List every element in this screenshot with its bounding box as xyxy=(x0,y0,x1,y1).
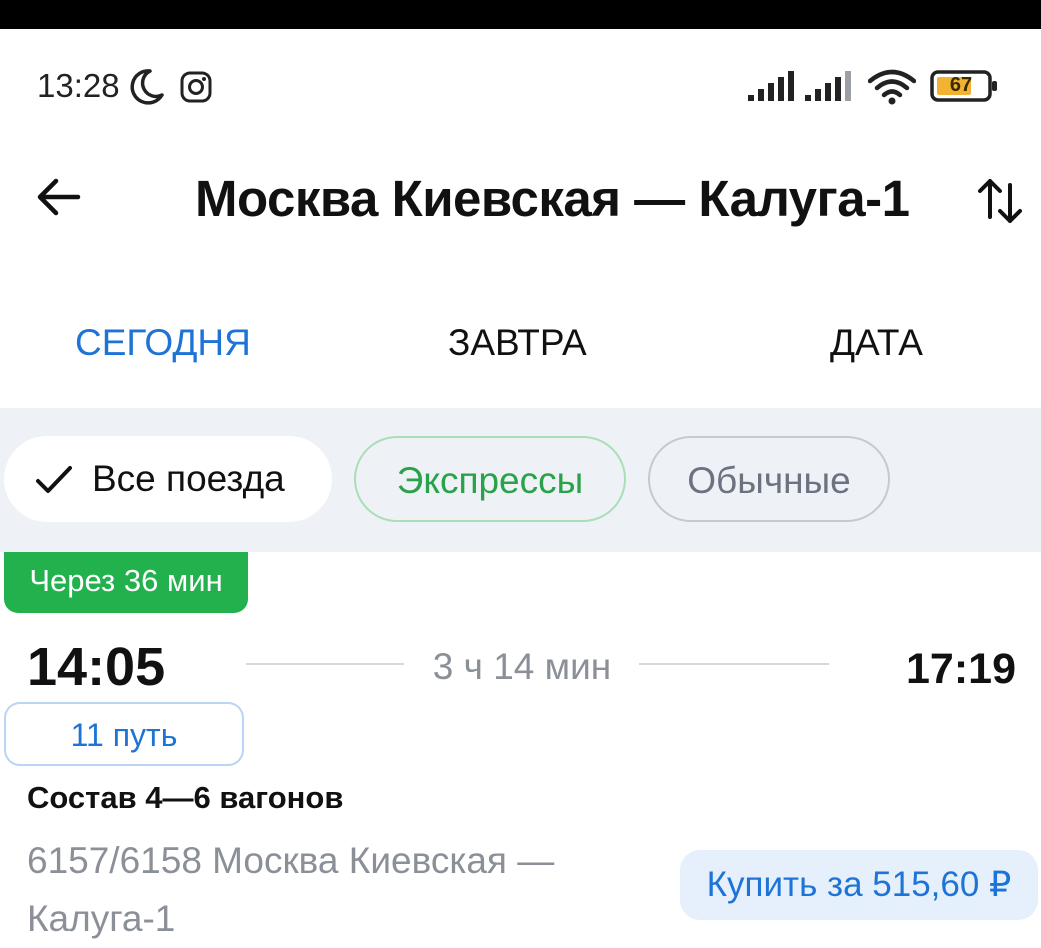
signal-icon xyxy=(805,71,851,101)
check-icon xyxy=(36,466,72,493)
track-badge[interactable]: 11 путь xyxy=(4,702,244,766)
buy-ticket-button[interactable]: Купить за 515,60 ₽ xyxy=(680,850,1038,920)
filter-all-label: Все поезда xyxy=(92,458,285,499)
trip-duration: 3 ч 14 мин xyxy=(432,646,612,687)
swap-vertical-icon[interactable] xyxy=(972,173,1028,229)
filter-regular-label: Обычные xyxy=(687,460,851,501)
duration-line-left xyxy=(246,663,404,665)
instagram-icon xyxy=(180,71,212,103)
status-bar: 13:28 67 xyxy=(0,29,1041,139)
tab-tomorrow[interactable]: ЗАВТРА xyxy=(448,320,587,366)
departure-time: 14:05 xyxy=(27,637,166,697)
filter-regular[interactable]: Обычные xyxy=(648,436,890,522)
status-time: 13:28 xyxy=(37,67,120,104)
arrival-time: 17:19 xyxy=(906,645,1016,693)
arrow-left-icon[interactable] xyxy=(30,169,86,225)
train-route: 6157/6158 Москва Киевская — Калуга-1 xyxy=(27,840,555,939)
tab-today[interactable]: СЕГОДНЯ xyxy=(75,320,251,366)
top-black-bar xyxy=(0,0,1041,29)
filter-express[interactable]: Экспрессы xyxy=(354,436,626,522)
moon-icon xyxy=(130,69,164,105)
train-filters: Все поезда Экспрессы Обычные xyxy=(0,408,1041,552)
battery-level: 67 xyxy=(949,74,973,96)
filter-express-label: Экспрессы xyxy=(396,460,584,501)
page-title: Москва Киевская — Калуга-1 xyxy=(195,170,910,227)
tab-date[interactable]: ДАТА xyxy=(830,320,923,366)
filter-all-trains[interactable]: Все поезда xyxy=(4,436,332,522)
date-tabs: СЕГОДНЯ ЗАВТРА ДАТА xyxy=(0,290,1041,408)
wifi-icon xyxy=(868,69,916,105)
departure-countdown-badge: Через 36 мин xyxy=(4,552,248,613)
train-consist: Состав 4—6 вагонов xyxy=(27,780,344,815)
signal-icon xyxy=(748,71,794,101)
app-header: Москва Киевская — Калуга-1 xyxy=(0,139,1041,269)
duration-line-right xyxy=(639,663,829,665)
